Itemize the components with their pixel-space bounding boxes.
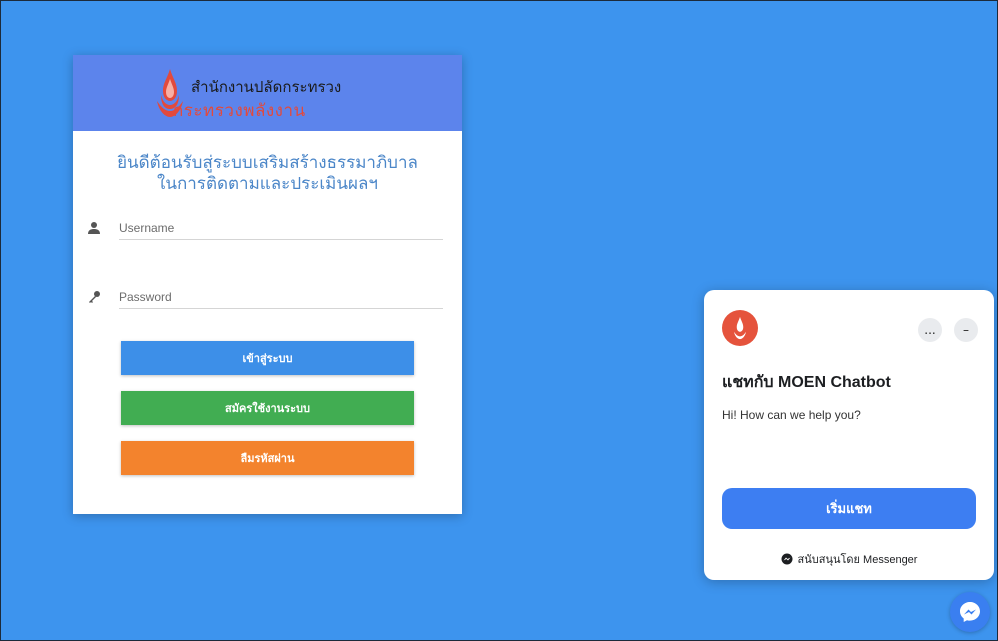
forgot-password-button[interactable]: ลืมรหัสผ่าน: [121, 441, 414, 475]
chat-widget: ... – แชทกับ MOEN Chatbot Hi! How can we…: [704, 290, 994, 580]
username-input[interactable]: [119, 217, 443, 240]
powered-by-text: สนับสนุนโดย Messenger: [797, 554, 918, 566]
chatbot-avatar: [722, 310, 758, 346]
key-icon: [89, 291, 100, 303]
welcome-line-1: ยินดีต้อนรับสู่ระบบเสริมสร้างธรรมาภิบาล: [117, 153, 418, 172]
login-header: สำนักงานปลัดกระทรวง กระทรวงพลังงาน: [73, 55, 462, 131]
messenger-icon: [781, 553, 793, 565]
username-field: [87, 217, 444, 243]
chat-greeting: Hi! How can we help you?: [722, 408, 861, 422]
welcome-line-2: ในการติดตามและประเมินผลฯ: [157, 174, 378, 193]
powered-by: สนับสนุนโดย Messenger: [704, 550, 994, 568]
messenger-fab-button[interactable]: [950, 592, 990, 632]
chat-title: แชทกับ MOEN Chatbot: [722, 374, 891, 391]
register-button[interactable]: สมัครใช้งานระบบ: [121, 391, 414, 425]
start-chat-button[interactable]: เริ่มแชท: [722, 488, 976, 529]
user-icon: [88, 222, 100, 234]
org-ministry: กระทรวงพลังงาน: [173, 101, 306, 120]
chat-minimize-button[interactable]: –: [954, 318, 978, 342]
login-card: สำนักงานปลัดกระทรวง กระทรวงพลังงาน ยินดี…: [73, 55, 462, 514]
password-input[interactable]: [119, 286, 443, 309]
login-button[interactable]: เข้าสู่ระบบ: [121, 341, 414, 375]
org-name: สำนักงานปลัดกระทรวง: [191, 79, 342, 96]
password-field: [87, 286, 444, 312]
messenger-icon: [960, 602, 980, 622]
chat-more-button[interactable]: ...: [918, 318, 942, 342]
ministry-logo-icon: [733, 316, 747, 340]
welcome-heading: ยินดีต้อนรับสู่ระบบเสริมสร้างธรรมาภิบาล …: [73, 152, 462, 194]
